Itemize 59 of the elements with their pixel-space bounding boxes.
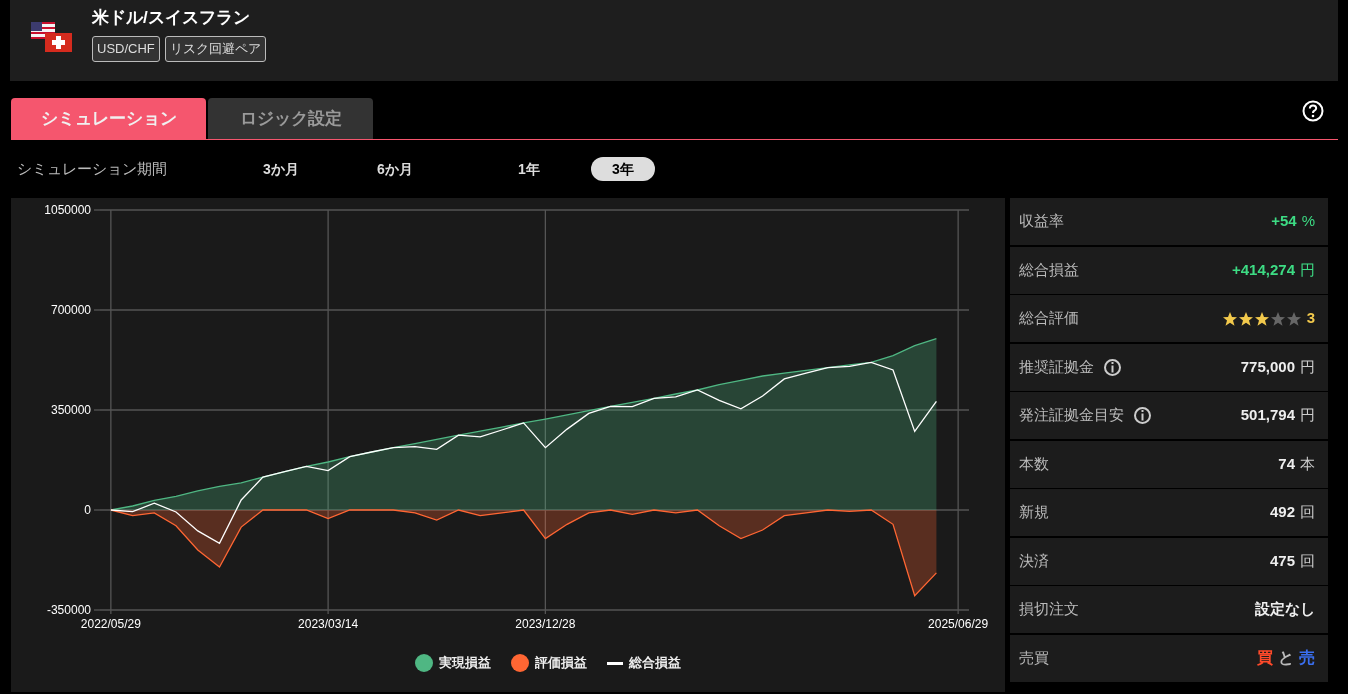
- period-option[interactable]: 3か月: [249, 157, 313, 181]
- info-icon[interactable]: [1134, 407, 1151, 424]
- stat-unit: 本: [1300, 453, 1315, 474]
- stat-unit: 円: [1300, 405, 1315, 426]
- stat-unit: 円: [1300, 356, 1315, 377]
- stat-label: 売買: [1019, 647, 1049, 668]
- stat-value: +414,274: [1232, 259, 1295, 280]
- stat-label: 推奨証拠金: [1019, 356, 1094, 377]
- x-axis-label: 2023/03/14: [298, 617, 359, 631]
- period-option[interactable]: 6か月: [363, 157, 427, 181]
- star-icon: [1237, 310, 1254, 327]
- stat-value: 74: [1278, 453, 1295, 474]
- stat-unit: 円: [1300, 259, 1315, 280]
- stat-value: 775,000: [1240, 356, 1295, 377]
- period-label: シミュレーション期間: [17, 158, 168, 179]
- pair-tag: リスク回避ペア: [164, 36, 266, 62]
- star-icon: [1285, 310, 1302, 327]
- pair-tag: USD/CHF: [92, 36, 160, 62]
- stat-value: +54: [1271, 211, 1297, 232]
- trade-direction: 売: [1299, 648, 1315, 668]
- stat-unit: 回: [1300, 502, 1315, 523]
- stat-label: 総合損益: [1019, 259, 1079, 280]
- stat-label: 発注証拠金目安: [1019, 405, 1124, 426]
- stat-label: 損切注文: [1019, 599, 1079, 620]
- x-axis-label: 2025/06/29: [928, 617, 989, 631]
- stat-value: 475: [1269, 550, 1295, 571]
- y-axis-label: 0: [84, 503, 91, 517]
- legend-label: 評価損益: [535, 654, 587, 673]
- x-axis-label: 2023/12/28: [515, 617, 576, 631]
- stat-unit: %: [1301, 211, 1315, 232]
- trade-direction: 買: [1257, 648, 1273, 668]
- star-icon: [1253, 310, 1270, 327]
- info-icon[interactable]: [1104, 358, 1121, 376]
- rating-value: 3: [1306, 308, 1315, 329]
- period-option[interactable]: 3年: [591, 157, 655, 181]
- stat-label: 新規: [1019, 502, 1049, 523]
- stat-unit: 回: [1300, 550, 1315, 571]
- flag-pair-icon: [31, 22, 73, 52]
- y-axis-label: 1050000: [44, 203, 91, 217]
- star-icon: [1269, 310, 1286, 327]
- star-icon: [1221, 310, 1238, 327]
- pair-title: 米ドル/スイスフラン: [92, 7, 251, 29]
- period-option[interactable]: 1年: [497, 157, 561, 181]
- stat-label: 総合評価: [1019, 308, 1079, 329]
- y-axis-label: -350000: [46, 603, 91, 617]
- y-axis-label: 700000: [50, 303, 91, 317]
- stat-value: 設定なし: [1255, 599, 1315, 620]
- legend-label: 実現損益: [439, 654, 491, 673]
- stat-label: 収益率: [1019, 211, 1064, 232]
- help-icon[interactable]: [1302, 100, 1324, 122]
- stat-value: 492: [1269, 502, 1295, 523]
- tab[interactable]: ロジック設定: [208, 98, 373, 139]
- stat-value: 501,794: [1240, 405, 1295, 426]
- stat-label: 本数: [1019, 453, 1049, 474]
- legend-label: 総合損益: [629, 654, 681, 673]
- stat-label: 決済: [1019, 550, 1049, 571]
- conjunction: と: [1278, 648, 1294, 668]
- y-axis-label: 350000: [50, 403, 91, 417]
- x-axis-label: 2022/05/29: [80, 617, 141, 631]
